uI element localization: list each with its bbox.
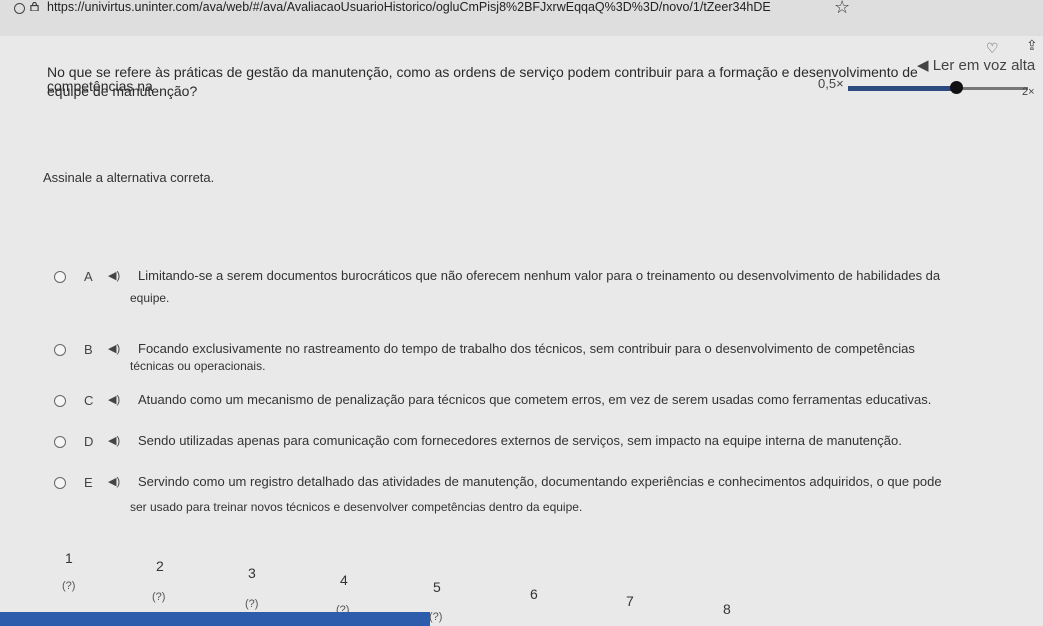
radio-button[interactable] <box>54 271 66 283</box>
option-text-cont: ser usado para treinar novos técnicos e … <box>130 500 583 514</box>
option-text: Atuando como um mecanismo de penalização… <box>138 392 932 407</box>
question-nav-number[interactable]: 8 <box>723 601 731 617</box>
url-text[interactable]: https://univirtus.uninter.com/ava/web/#/… <box>47 0 837 14</box>
option-text-cont: técnicas ou operacionais. <box>130 359 266 373</box>
speed-max-label: 2× <box>1022 86 1035 98</box>
option-letter: D <box>84 434 94 449</box>
bookmark-star-icon[interactable]: ☆ <box>834 0 850 18</box>
speaker-icon[interactable]: ◀︎) <box>108 434 120 447</box>
question-nav-number[interactable]: 4 <box>340 572 348 588</box>
bottom-bar <box>0 612 430 626</box>
question-nav-status: (?) <box>429 611 443 623</box>
reload-icon[interactable] <box>14 3 25 14</box>
question-nav-status: (?) <box>245 598 259 610</box>
question-nav-status: (?) <box>152 591 166 603</box>
question-nav-number[interactable]: 7 <box>626 593 634 609</box>
question-nav-status: (?) <box>62 580 76 592</box>
question-text-cont: equipe de manutenção? <box>47 83 198 99</box>
option-letter: A <box>84 269 93 284</box>
option-text: Focando exclusivamente no rastreamento d… <box>138 341 915 356</box>
speaker-icon[interactable]: ◀︎) <box>108 475 120 488</box>
option-text: Sendo utilizadas apenas para comunicação… <box>138 433 902 448</box>
pocket-icon[interactable]: ♡ <box>986 40 999 57</box>
question-nav-number[interactable]: 1 <box>65 550 73 566</box>
question-nav-number[interactable]: 2 <box>156 558 164 574</box>
radio-button[interactable] <box>54 395 66 407</box>
address-bar[interactable]: https://univirtus.uninter.com/ava/web/#/… <box>0 0 1043 36</box>
speaker-icon[interactable]: ◀︎) <box>108 269 120 282</box>
extensions-icon[interactable]: ⇪ <box>1026 37 1038 54</box>
option-text-cont: equipe. <box>130 291 170 305</box>
question-nav-number[interactable]: 3 <box>248 565 256 581</box>
speaker-icon[interactable]: ◀︎) <box>108 342 120 355</box>
radio-button[interactable] <box>54 477 66 489</box>
instruction-text: Assinale a alternativa correta. <box>43 170 215 185</box>
option-letter: C <box>84 393 94 408</box>
question-nav-number[interactable]: 6 <box>530 586 538 602</box>
option-letter: B <box>84 342 93 357</box>
option-letter: E <box>84 475 93 490</box>
question-nav-number[interactable]: 5 <box>433 579 441 595</box>
option-text: Limitando-se a serem documentos burocrát… <box>138 268 941 283</box>
radio-button[interactable] <box>54 436 66 448</box>
radio-button[interactable] <box>54 344 66 356</box>
speaker-icon[interactable]: ◀︎) <box>108 393 120 406</box>
option-text: Servindo como um registro detalhado das … <box>138 474 942 489</box>
lock-icon <box>30 2 39 11</box>
